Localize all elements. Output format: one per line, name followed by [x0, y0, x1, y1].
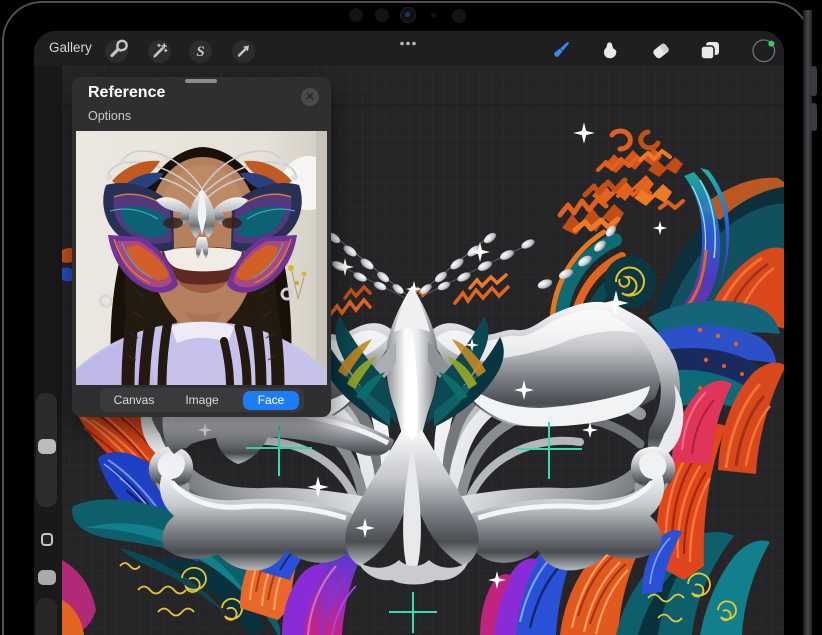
svg-text:S: S: [196, 44, 204, 60]
